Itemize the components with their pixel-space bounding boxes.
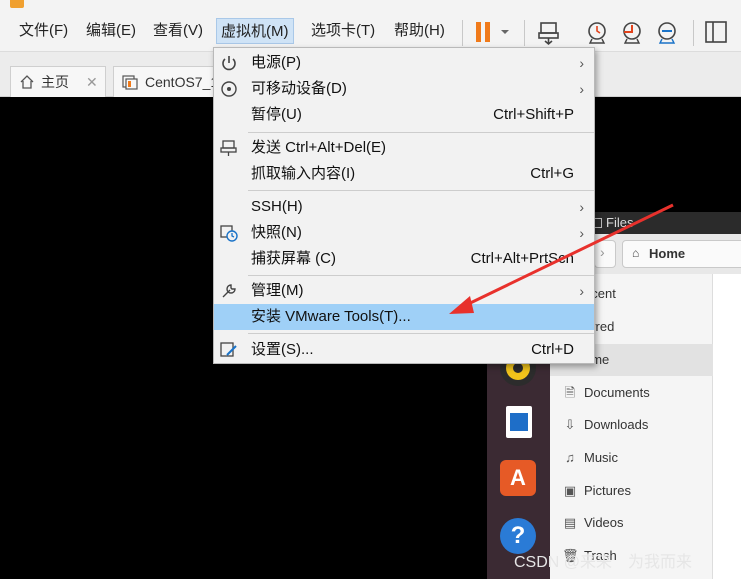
watermark: CSDN @来来 为我而来 xyxy=(514,554,693,571)
annotation-arrow xyxy=(449,203,674,314)
vmware-window: 文件(F) 编辑(E) 查看(V) 虚拟机(M) 选项卡(T) 帮助(H) 主页… xyxy=(0,0,741,579)
